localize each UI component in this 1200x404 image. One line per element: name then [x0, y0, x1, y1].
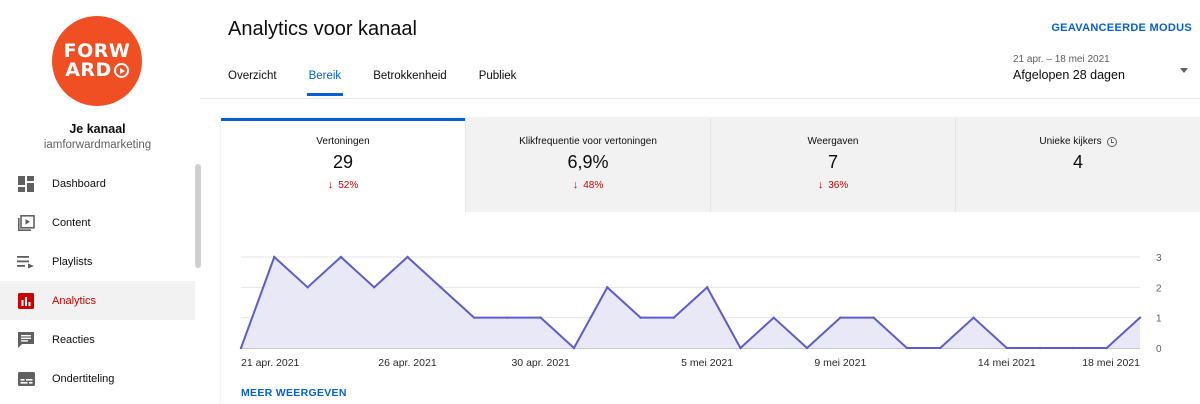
x-tick-label: 21 apr. 2021	[241, 357, 300, 369]
x-tick-label: 26 apr. 2021	[378, 357, 437, 369]
data-point	[406, 255, 409, 259]
data-point	[672, 316, 676, 319]
data-point	[939, 346, 942, 350]
subtitles-icon	[16, 369, 36, 389]
data-point	[1105, 346, 1108, 350]
data-point	[972, 316, 975, 319]
data-point	[606, 286, 609, 289]
sidebar-item-label: Ondertiteling	[52, 372, 115, 385]
y-tick-label: 3	[1156, 253, 1162, 264]
tab-bar: Overzicht Bereik Betrokkenheid Publiek	[228, 70, 548, 96]
tab-audience[interactable]: Publiek	[479, 70, 517, 96]
data-point	[805, 346, 809, 350]
data-point	[905, 346, 909, 350]
channel-title: Je kanaal	[69, 122, 126, 136]
analytics-icon	[16, 291, 36, 311]
y-tick-label: 0	[1156, 344, 1162, 355]
page-title: Analytics voor kanaal	[228, 18, 417, 40]
data-point	[339, 255, 343, 259]
sidebar-item-label: Playlists	[52, 255, 93, 268]
x-tick-label: 14 mei 2021	[978, 357, 1036, 369]
sidebar-item-label: Dashboard	[52, 177, 106, 190]
data-point	[506, 316, 509, 319]
data-point	[539, 316, 542, 319]
reach-chart: 0 1 2 3 21 apr. 2021 26 apr. 2021 30 apr. 2021…	[239, 253, 1162, 369]
x-tick-label: 18 mei 2021	[1082, 357, 1140, 369]
data-point	[839, 316, 842, 319]
date-range-text[interactable]: 21 apr. – 18 mei 2021	[1013, 54, 1110, 65]
sidebar: FORW ARD Je kanaal iamforwardmarketing D…	[0, 0, 201, 404]
tab-engagement[interactable]: Betrokkenheid	[373, 70, 447, 96]
show-more-link[interactable]: MEER WEERGEVEN	[241, 387, 347, 399]
data-point	[639, 316, 642, 319]
playlists-icon	[16, 252, 36, 272]
sidebar-item-label: Content	[52, 216, 91, 229]
data-point	[1038, 346, 1042, 350]
content-icon	[16, 213, 36, 233]
data-point	[372, 286, 376, 289]
sidebar-item-content[interactable]: Content	[0, 203, 195, 242]
x-tick-label: 30 apr. 2021	[511, 357, 570, 369]
sidebar-item-dashboard[interactable]: Dashboard	[0, 164, 195, 203]
logo-text-line2-wrap: ARD	[65, 61, 129, 80]
date-period-selector[interactable]: Afgelopen 28 dagen	[1013, 68, 1125, 82]
data-point	[1072, 346, 1075, 350]
tab-reach[interactable]: Bereik	[306, 70, 343, 96]
data-point	[772, 316, 775, 319]
data-point	[472, 316, 476, 319]
channel-handle: iamforwardmarketing	[43, 139, 152, 151]
analytics-card: Vertoningen 29 ↓ 52% Klikfrequentie voor …	[221, 118, 1200, 404]
caret-down-icon[interactable]	[1180, 68, 1188, 73]
sidebar-item-label: Reacties	[52, 333, 95, 346]
sidebar-item-playlists[interactable]: Playlists	[0, 242, 195, 281]
data-point	[239, 346, 243, 350]
data-point	[739, 346, 742, 350]
channel-avatar[interactable]: FORW ARD	[52, 16, 142, 106]
y-tick-label: 1	[1156, 314, 1162, 325]
data-point	[705, 286, 709, 289]
comments-icon	[16, 330, 36, 350]
y-tick-label: 2	[1156, 283, 1162, 294]
header-divider	[200, 98, 1200, 99]
sidebar-nav: Dashboard Content Playlists Analytics Re…	[0, 164, 195, 398]
sidebar-scrollbar[interactable]	[195, 164, 201, 268]
data-point	[439, 286, 442, 289]
data-point	[1005, 346, 1009, 350]
x-tick-label: 5 mei 2021	[681, 357, 733, 369]
logo-text-line2: ARD	[65, 59, 112, 81]
data-point	[572, 346, 576, 350]
sidebar-item-comments[interactable]: Reacties	[0, 320, 195, 359]
data-point	[872, 316, 875, 319]
data-point	[1138, 316, 1142, 319]
x-tick-label: 9 mei 2021	[814, 357, 866, 369]
sidebar-item-subtitles[interactable]: Ondertiteling	[0, 359, 195, 398]
dashboard-icon	[16, 174, 36, 194]
sidebar-item-analytics[interactable]: Analytics	[0, 281, 195, 320]
tab-overview[interactable]: Overzicht	[228, 70, 277, 96]
sidebar-item-label: Analytics	[52, 294, 97, 307]
play-circle-icon	[113, 63, 129, 78]
advanced-mode-button[interactable]: GEAVANCEERDE MODUS	[1051, 22, 1192, 34]
data-point	[306, 286, 309, 289]
data-point	[273, 255, 276, 259]
